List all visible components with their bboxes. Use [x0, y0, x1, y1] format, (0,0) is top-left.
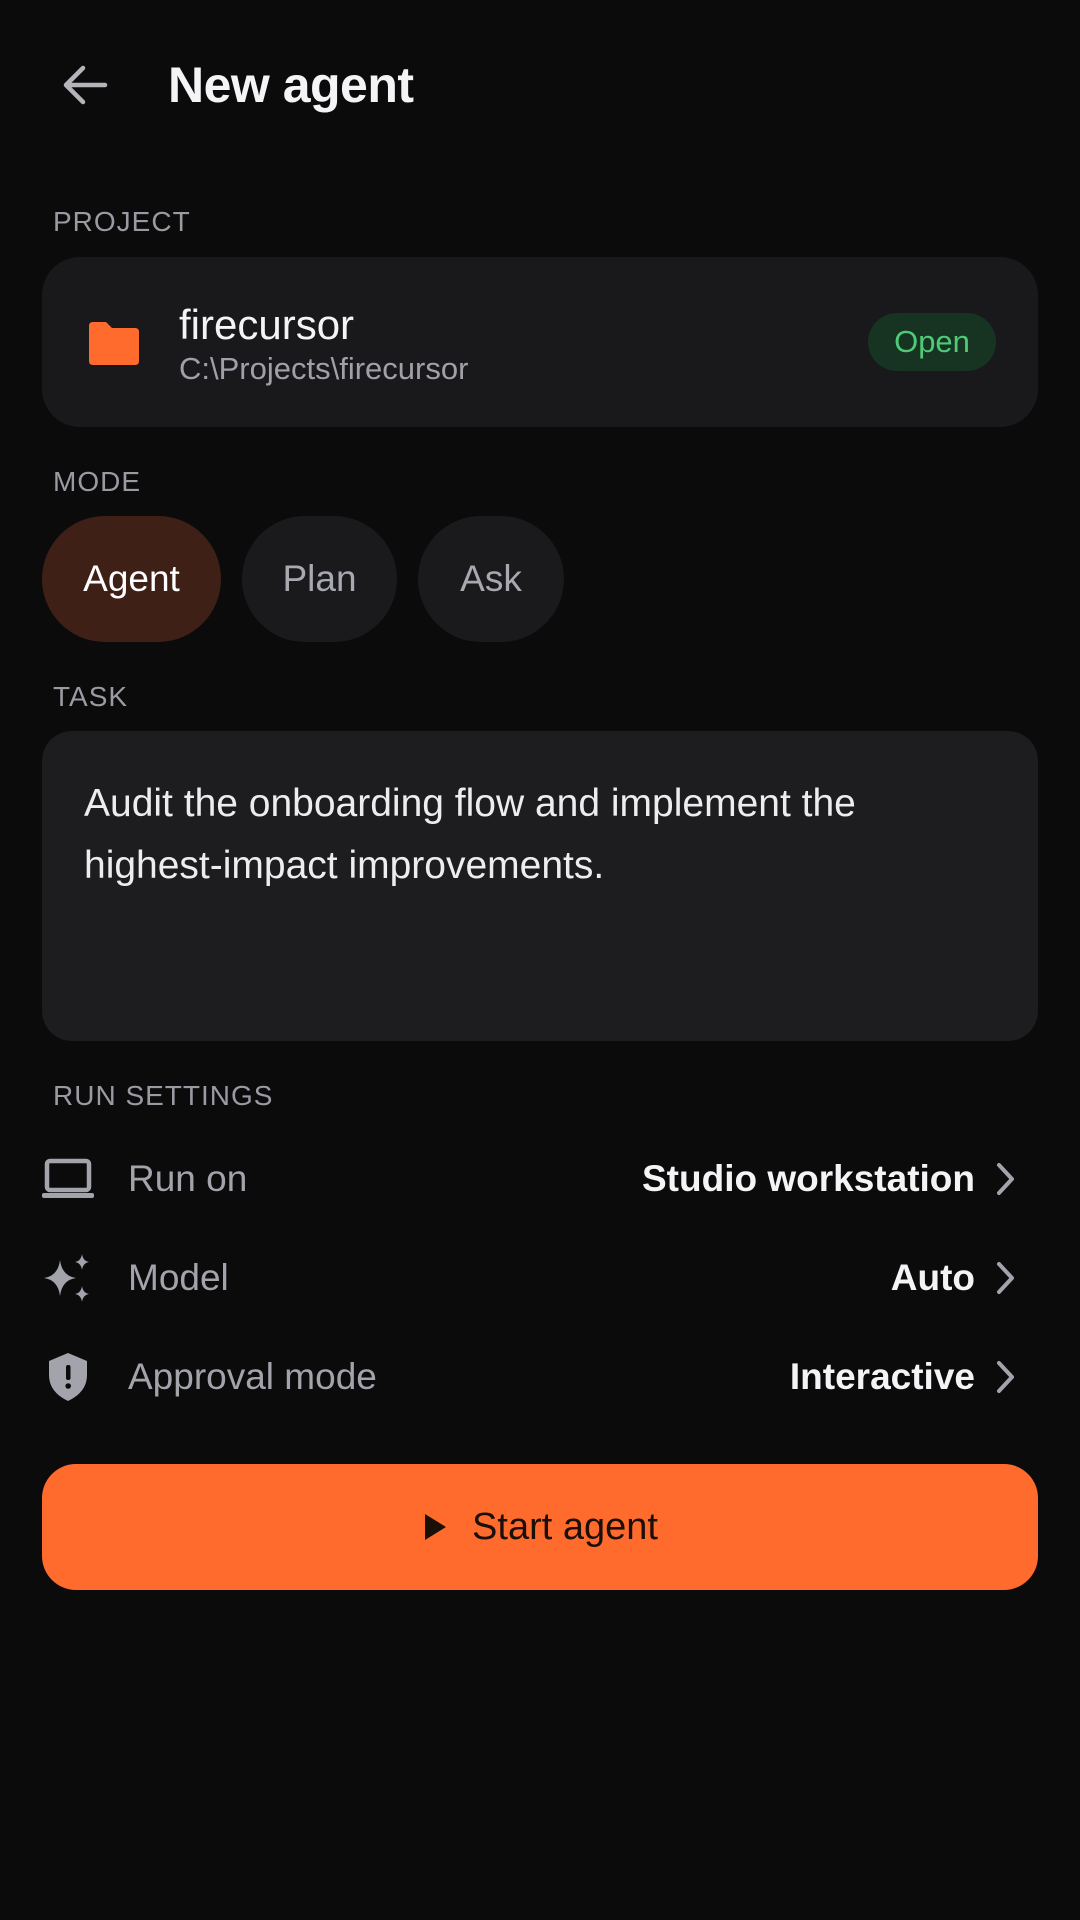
setting-value: Auto [890, 1257, 975, 1298]
setting-label: Approval mode [128, 1356, 377, 1397]
chevron-right-icon [997, 1163, 1014, 1195]
project-section-label: PROJECT [53, 206, 191, 237]
laptop-icon [40, 1153, 96, 1205]
setting-value: Studio workstation [642, 1158, 975, 1199]
mode-section-label: MODE [53, 466, 141, 497]
run-settings-section-label: RUN SETTINGS [53, 1080, 274, 1111]
setting-value: Interactive [789, 1356, 975, 1397]
mode-option-plan[interactable]: Plan [242, 516, 397, 642]
shield-icon [40, 1351, 96, 1403]
sparkle-icon [40, 1252, 96, 1304]
folder-icon [89, 322, 139, 365]
setting-label: Model [128, 1257, 229, 1298]
page-title: New agent [168, 57, 414, 113]
back-button[interactable] [52, 52, 118, 118]
start-agent-button[interactable]: Start agent [42, 1464, 1038, 1590]
mode-option-agent[interactable]: Agent [42, 516, 221, 642]
setting-model[interactable]: Model Auto [0, 1230, 1080, 1326]
chevron-right-icon [997, 1262, 1014, 1294]
project-path: C:\Projects\firecursor [179, 351, 469, 386]
task-input-text[interactable]: Audit the onboarding flow and implement … [84, 773, 984, 897]
chevron-right-icon [997, 1361, 1014, 1393]
play-icon [425, 1514, 447, 1540]
setting-label: Run on [128, 1158, 248, 1199]
arrow-left-icon [63, 65, 108, 105]
setting-approval-mode[interactable]: Approval mode Interactive [0, 1329, 1080, 1425]
open-status-badge[interactable]: Open [868, 313, 996, 371]
mode-option-ask[interactable]: Ask [418, 516, 564, 642]
setting-run-on[interactable]: Run on Studio workstation [0, 1131, 1080, 1227]
task-section-label: TASK [53, 681, 129, 712]
app-bar: New agent [0, 0, 1080, 170]
project-name: firecursor [179, 301, 355, 348]
start-agent-label: Start agent [472, 1505, 658, 1548]
